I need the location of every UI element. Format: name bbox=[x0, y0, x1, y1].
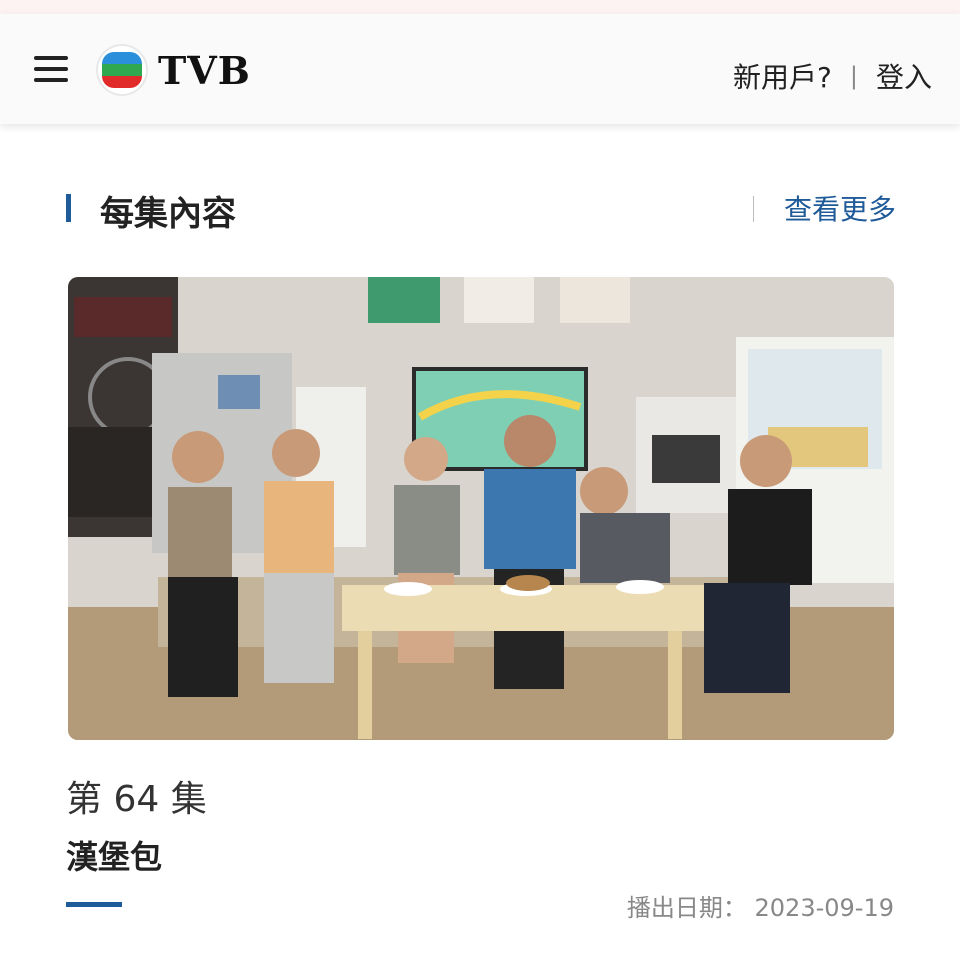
logo-text: TVB bbox=[158, 47, 251, 93]
air-date: 播出日期： 2023-09-19 bbox=[627, 888, 894, 923]
episode-thumbnail[interactable] bbox=[68, 277, 894, 740]
episode-title[interactable]: 漢堡包 bbox=[66, 832, 162, 878]
view-more-link[interactable]: 查看更多 bbox=[784, 188, 896, 228]
section-title: 每集內容 bbox=[100, 194, 236, 234]
auth-separator: | bbox=[849, 62, 858, 90]
login-link[interactable]: 登入 bbox=[876, 56, 932, 96]
section-header: 每集內容 查看更多 bbox=[66, 180, 896, 236]
episode-number: 第 64 集 bbox=[66, 779, 207, 820]
air-date-value: 2023-09-19 bbox=[754, 894, 894, 922]
new-user-link[interactable]: 新用戶? bbox=[733, 56, 832, 96]
status-strip bbox=[0, 0, 960, 14]
tvb-logo[interactable]: TVB bbox=[98, 46, 251, 94]
more-separator bbox=[753, 196, 754, 222]
episode-underline bbox=[66, 902, 122, 907]
auth-links: 新用戶? | 登入 bbox=[733, 56, 932, 96]
tvb-logo-icon bbox=[98, 46, 146, 94]
top-header: TVB 新用戶? | 登入 bbox=[0, 14, 960, 124]
menu-icon[interactable] bbox=[30, 52, 72, 88]
air-date-label: 播出日期： bbox=[626, 894, 747, 922]
section-accent-bar bbox=[66, 194, 71, 222]
